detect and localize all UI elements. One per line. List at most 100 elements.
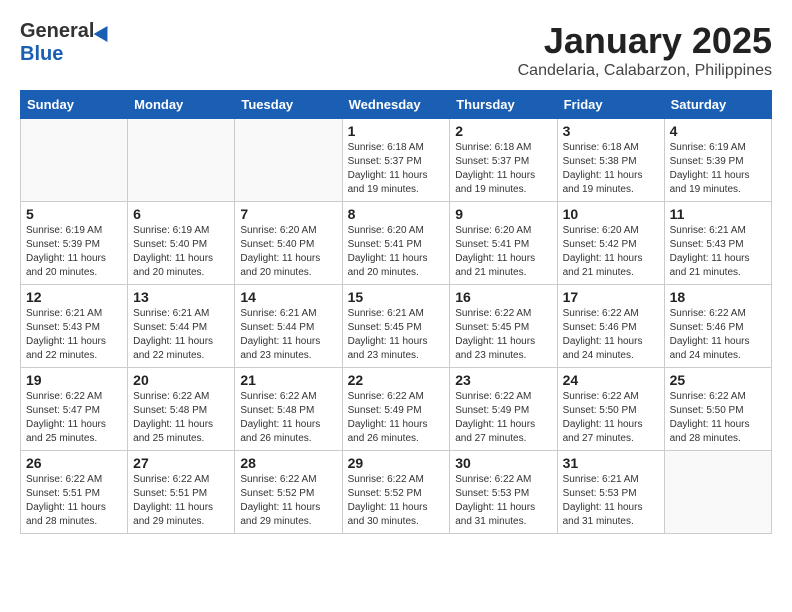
calendar-cell: 5 Sunrise: 6:19 AM Sunset: 5:39 PM Daylig… [21,202,128,285]
day-info: Sunrise: 6:20 AM Sunset: 5:42 PM Dayligh… [563,224,659,280]
logo-triangle-icon [94,21,115,41]
weekday-header-sunday: Sunday [21,91,128,119]
day-number: 20 [133,372,229,388]
day-number: 21 [240,372,336,388]
month-title: January 2025 [518,20,772,62]
day-number: 27 [133,455,229,471]
calendar-cell: 18 Sunrise: 6:22 AM Sunset: 5:46 PM Dayli… [664,285,771,368]
day-number: 12 [26,289,122,305]
day-number: 16 [455,289,551,305]
day-info: Sunrise: 6:22 AM Sunset: 5:46 PM Dayligh… [670,307,766,363]
day-number: 22 [348,372,445,388]
day-number: 14 [240,289,336,305]
day-info: Sunrise: 6:20 AM Sunset: 5:41 PM Dayligh… [348,224,445,280]
day-info: Sunrise: 6:19 AM Sunset: 5:39 PM Dayligh… [26,224,122,280]
day-info: Sunrise: 6:22 AM Sunset: 5:49 PM Dayligh… [348,390,445,446]
day-info: Sunrise: 6:20 AM Sunset: 5:40 PM Dayligh… [240,224,336,280]
day-info: Sunrise: 6:18 AM Sunset: 5:38 PM Dayligh… [563,141,659,197]
day-number: 26 [26,455,122,471]
day-info: Sunrise: 6:21 AM Sunset: 5:44 PM Dayligh… [240,307,336,363]
day-number: 19 [26,372,122,388]
calendar-cell: 11 Sunrise: 6:21 AM Sunset: 5:43 PM Dayli… [664,202,771,285]
page-header: General Blue January 2025 Candelaria, Ca… [20,20,772,80]
day-info: Sunrise: 6:18 AM Sunset: 5:37 PM Dayligh… [455,141,551,197]
day-info: Sunrise: 6:19 AM Sunset: 5:39 PM Dayligh… [670,141,766,197]
calendar-cell [235,119,342,202]
calendar-cell: 9Sunrise: 6:20 AM Sunset: 5:41 PM Daylig… [450,202,557,285]
calendar-cell: 14 Sunrise: 6:21 AM Sunset: 5:44 PM Dayli… [235,285,342,368]
calendar-cell: 21 Sunrise: 6:22 AM Sunset: 5:48 PM Dayli… [235,368,342,451]
day-info: Sunrise: 6:22 AM Sunset: 5:46 PM Dayligh… [563,307,659,363]
day-number: 29 [348,455,445,471]
day-number: 5 [26,206,122,222]
day-info: Sunrise: 6:21 AM Sunset: 5:45 PM Dayligh… [348,307,445,363]
calendar-week-row: 5 Sunrise: 6:19 AM Sunset: 5:39 PM Daylig… [21,202,772,285]
day-info: Sunrise: 6:21 AM Sunset: 5:53 PM Dayligh… [563,473,659,529]
calendar-cell: 23 Sunrise: 6:22 AM Sunset: 5:49 PM Dayli… [450,368,557,451]
calendar-cell: 6Sunrise: 6:19 AM Sunset: 5:40 PM Daylig… [128,202,235,285]
weekday-header-tuesday: Tuesday [235,91,342,119]
day-info: Sunrise: 6:22 AM Sunset: 5:51 PM Dayligh… [133,473,229,529]
day-info: Sunrise: 6:22 AM Sunset: 5:47 PM Dayligh… [26,390,122,446]
day-number: 3 [563,123,659,139]
logo-blue-text: Blue [20,43,63,66]
calendar-cell: 30Sunrise: 6:22 AM Sunset: 5:53 PM Dayli… [450,451,557,534]
title-section: January 2025 Candelaria, Calabarzon, Phi… [518,20,772,80]
calendar-cell: 27 Sunrise: 6:22 AM Sunset: 5:51 PM Dayli… [128,451,235,534]
day-number: 4 [670,123,766,139]
day-info: Sunrise: 6:22 AM Sunset: 5:50 PM Dayligh… [670,390,766,446]
day-number: 18 [670,289,766,305]
day-number: 23 [455,372,551,388]
calendar-cell: 17Sunrise: 6:22 AM Sunset: 5:46 PM Dayli… [557,285,664,368]
weekday-header-thursday: Thursday [450,91,557,119]
day-number: 10 [563,206,659,222]
day-info: Sunrise: 6:22 AM Sunset: 5:53 PM Dayligh… [455,473,551,529]
day-number: 8 [348,206,445,222]
calendar-cell: 8 Sunrise: 6:20 AM Sunset: 5:41 PM Daylig… [342,202,450,285]
day-info: Sunrise: 6:22 AM Sunset: 5:49 PM Dayligh… [455,390,551,446]
calendar-cell: 29 Sunrise: 6:22 AM Sunset: 5:52 PM Dayli… [342,451,450,534]
location: Candelaria, Calabarzon, Philippines [518,62,772,80]
weekday-header-saturday: Saturday [664,91,771,119]
day-info: Sunrise: 6:19 AM Sunset: 5:40 PM Dayligh… [133,224,229,280]
calendar-week-row: 19 Sunrise: 6:22 AM Sunset: 5:47 PM Dayli… [21,368,772,451]
day-info: Sunrise: 6:22 AM Sunset: 5:52 PM Dayligh… [348,473,445,529]
calendar-cell: 22 Sunrise: 6:22 AM Sunset: 5:49 PM Dayli… [342,368,450,451]
calendar-cell: 31Sunrise: 6:21 AM Sunset: 5:53 PM Dayli… [557,451,664,534]
calendar-cell: 19 Sunrise: 6:22 AM Sunset: 5:47 PM Dayli… [21,368,128,451]
day-info: Sunrise: 6:21 AM Sunset: 5:43 PM Dayligh… [26,307,122,363]
calendar-cell [128,119,235,202]
calendar-cell: 10 Sunrise: 6:20 AM Sunset: 5:42 PM Dayli… [557,202,664,285]
calendar-cell: 25 Sunrise: 6:22 AM Sunset: 5:50 PM Dayli… [664,368,771,451]
calendar-week-row: 26 Sunrise: 6:22 AM Sunset: 5:51 PM Dayli… [21,451,772,534]
calendar-cell: 1 Sunrise: 6:18 AM Sunset: 5:37 PM Daylig… [342,119,450,202]
calendar-cell: 26 Sunrise: 6:22 AM Sunset: 5:51 PM Dayli… [21,451,128,534]
day-info: Sunrise: 6:22 AM Sunset: 5:52 PM Dayligh… [240,473,336,529]
calendar-cell: 20 Sunrise: 6:22 AM Sunset: 5:48 PM Dayli… [128,368,235,451]
day-number: 2 [455,123,551,139]
logo-general-text: General [20,20,94,43]
day-info: Sunrise: 6:22 AM Sunset: 5:50 PM Dayligh… [563,390,659,446]
day-number: 11 [670,206,766,222]
weekday-header-friday: Friday [557,91,664,119]
day-info: Sunrise: 6:22 AM Sunset: 5:51 PM Dayligh… [26,473,122,529]
day-info: Sunrise: 6:21 AM Sunset: 5:43 PM Dayligh… [670,224,766,280]
calendar-cell: 12 Sunrise: 6:21 AM Sunset: 5:43 PM Dayli… [21,285,128,368]
day-number: 15 [348,289,445,305]
day-number: 25 [670,372,766,388]
calendar-table: SundayMondayTuesdayWednesdayThursdayFrid… [20,90,772,534]
calendar-cell: 13Sunrise: 6:21 AM Sunset: 5:44 PM Dayli… [128,285,235,368]
day-number: 1 [348,123,445,139]
calendar-cell: 2 Sunrise: 6:18 AM Sunset: 5:37 PM Daylig… [450,119,557,202]
day-info: Sunrise: 6:22 AM Sunset: 5:48 PM Dayligh… [240,390,336,446]
day-info: Sunrise: 6:22 AM Sunset: 5:48 PM Dayligh… [133,390,229,446]
calendar-cell: 7Sunrise: 6:20 AM Sunset: 5:40 PM Daylig… [235,202,342,285]
day-info: Sunrise: 6:18 AM Sunset: 5:37 PM Dayligh… [348,141,445,197]
day-number: 9 [455,206,551,222]
calendar-week-row: 12 Sunrise: 6:21 AM Sunset: 5:43 PM Dayli… [21,285,772,368]
logo: General Blue [20,20,112,66]
day-number: 28 [240,455,336,471]
day-number: 13 [133,289,229,305]
calendar-cell [664,451,771,534]
weekday-header-monday: Monday [128,91,235,119]
